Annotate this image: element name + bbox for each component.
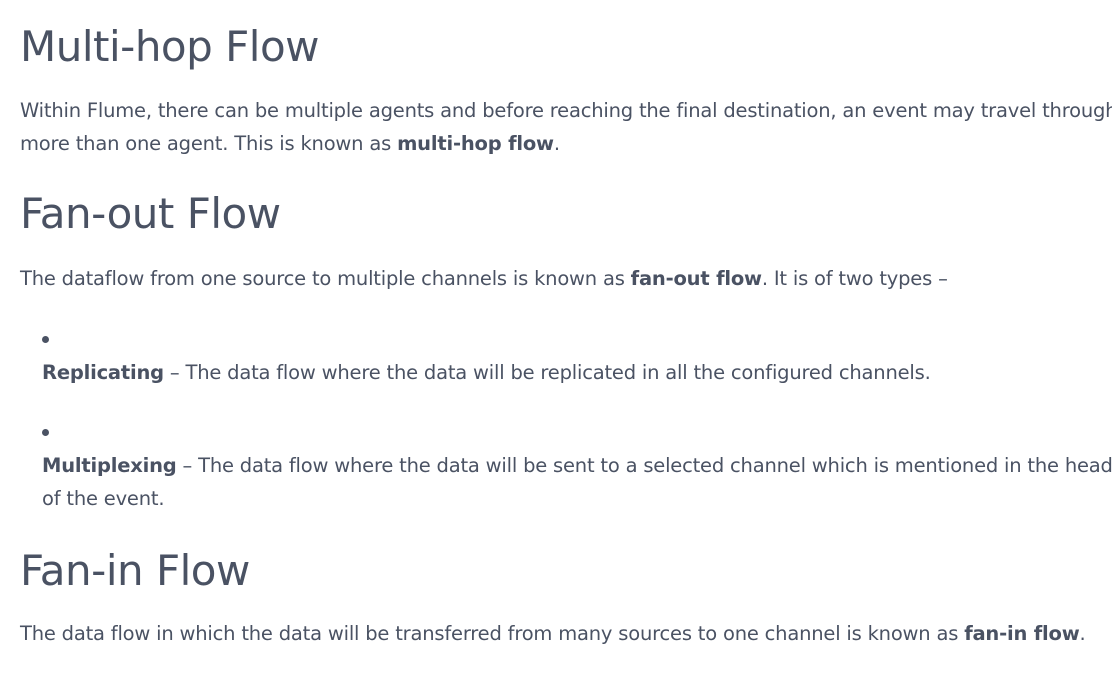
bullet-icon xyxy=(42,336,49,343)
heading-multi-hop-flow: Multi-hop Flow xyxy=(20,22,320,71)
bold-term: multi-hop flow xyxy=(397,132,554,155)
bold-term: fan-out flow xyxy=(630,267,762,290)
paragraph-line: The dataflow from one source to multiple… xyxy=(20,262,948,295)
bold-term: Replicating xyxy=(42,361,164,384)
text: The dataflow from one source to multiple… xyxy=(20,267,631,290)
paragraph-line: Within Flume, there can be multiple agen… xyxy=(20,94,1112,127)
bold-term: fan-in flow xyxy=(964,622,1080,645)
text: The data flow in which the data will be … xyxy=(20,622,965,645)
text: . xyxy=(1079,622,1086,645)
paragraph-line: The data flow in which the data will be … xyxy=(20,617,1086,650)
text: – The data flow where the data will be s… xyxy=(176,454,1112,477)
text: – The data flow where the data will be r… xyxy=(163,361,931,384)
text: of the event. xyxy=(42,487,165,510)
bold-term: Multiplexing xyxy=(42,454,177,477)
heading-fan-out-flow: Fan-out Flow xyxy=(20,189,281,238)
text: . It is of two types – xyxy=(761,267,948,290)
list-item: Multiplexing – The data flow where the d… xyxy=(42,449,1112,482)
list-item: Replicating – The data flow where the da… xyxy=(42,356,931,389)
text: . xyxy=(553,132,560,155)
heading-fan-in-flow: Fan-in Flow xyxy=(20,546,250,595)
text: Within Flume, there can be multiple agen… xyxy=(20,99,1112,122)
text: more than one agent. This is known as xyxy=(20,132,398,155)
paragraph-line: more than one agent. This is known as mu… xyxy=(20,127,560,160)
bullet-icon xyxy=(42,429,49,436)
list-item-continuation: of the event. xyxy=(42,482,165,515)
